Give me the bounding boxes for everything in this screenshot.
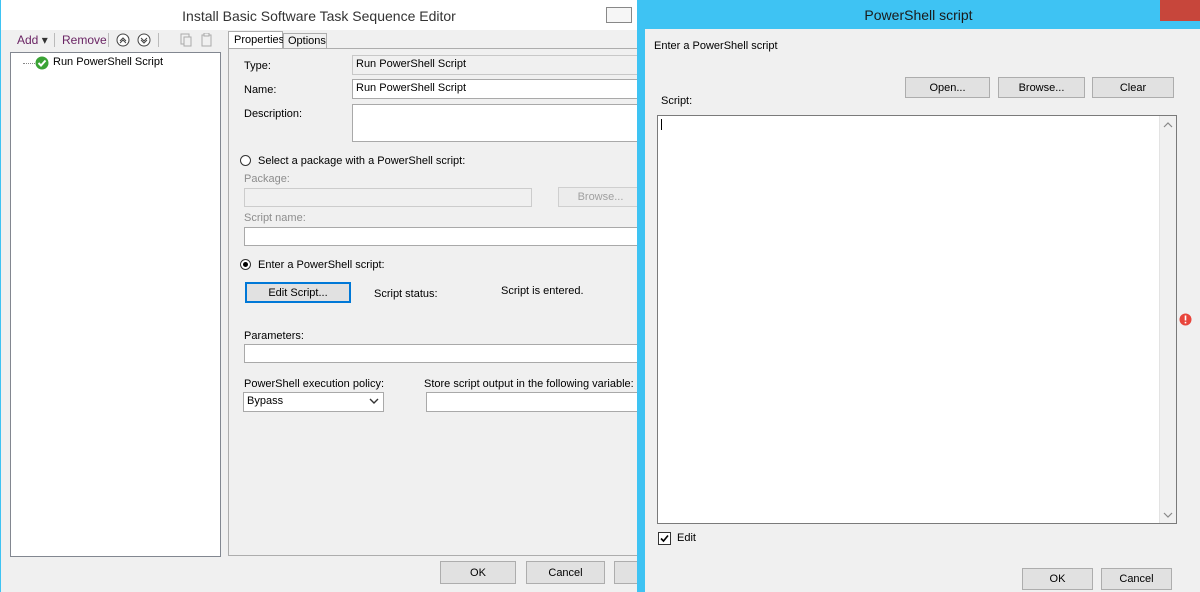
- execution-policy-select[interactable]: Bypass: [243, 392, 384, 412]
- dialog-ok-button[interactable]: OK: [1022, 568, 1093, 590]
- script-textarea[interactable]: [657, 115, 1177, 524]
- package-label: Package:: [244, 173, 290, 185]
- description-field[interactable]: [352, 104, 642, 142]
- task-sequence-tree[interactable]: Run PowerShell Script: [10, 52, 221, 557]
- edit-checkbox[interactable]: [658, 532, 671, 545]
- remove-button[interactable]: Remove: [62, 33, 107, 47]
- script-name-field: [244, 227, 642, 246]
- text-caret: [661, 119, 662, 130]
- execution-policy-value: Bypass: [247, 395, 284, 407]
- type-label: Type:: [244, 60, 271, 72]
- vertical-scrollbar[interactable]: [1159, 116, 1176, 523]
- execution-policy-label: PowerShell execution policy:: [244, 378, 385, 390]
- copy-icon[interactable]: [179, 33, 193, 47]
- scroll-up-icon[interactable]: [1163, 120, 1173, 128]
- toolbar-separator: [108, 33, 109, 47]
- error-icon: [1179, 313, 1192, 326]
- powershell-script-dialog: PowerShell script Enter a PowerShell scr…: [637, 0, 1200, 592]
- dialog-client-area: Enter a PowerShell script Open... Browse…: [645, 29, 1200, 592]
- radio-select-package[interactable]: [240, 155, 251, 166]
- move-down-icon[interactable]: [137, 33, 151, 47]
- add-dropdown-arrow-icon: ▾: [41, 33, 48, 47]
- tab-properties[interactable]: Properties: [228, 31, 285, 49]
- editor-ok-button[interactable]: OK: [440, 561, 516, 584]
- name-label: Name:: [244, 84, 277, 96]
- properties-tab-page: Type: Run PowerShell Script Name: Run Po…: [228, 48, 643, 556]
- paste-icon[interactable]: [200, 32, 214, 47]
- success-check-icon: [35, 56, 49, 70]
- editor-title: Install Basic Software Task Sequence Edi…: [182, 8, 456, 24]
- dialog-prompt: Enter a PowerShell script: [654, 40, 778, 52]
- script-name-label: Script name:: [244, 212, 306, 224]
- script-status-label: Script status:: [374, 288, 438, 300]
- tab-properties-label: Properties: [234, 34, 285, 46]
- script-label: Script:: [661, 95, 693, 107]
- radio-enter-script-label: Enter a PowerShell script:: [258, 259, 385, 271]
- name-field[interactable]: Run PowerShell Script: [352, 79, 642, 99]
- open-button[interactable]: Open...: [905, 77, 990, 98]
- clear-button[interactable]: Clear: [1092, 77, 1174, 98]
- edit-checkbox-label: Edit: [677, 532, 696, 544]
- type-field: Run PowerShell Script: [352, 55, 642, 75]
- output-variable-field[interactable]: [426, 392, 642, 412]
- editor-apply-button-partial[interactable]: [614, 561, 638, 584]
- editor-cancel-button[interactable]: Cancel: [526, 561, 605, 584]
- add-label: Add: [17, 33, 39, 47]
- dialog-title: PowerShell script: [864, 7, 973, 23]
- chevron-down-icon: [369, 396, 379, 406]
- script-status-value: Script is entered.: [501, 285, 584, 297]
- radio-enter-script[interactable]: [240, 259, 251, 270]
- add-menu-button[interactable]: Add ▾: [17, 33, 48, 47]
- dialog-cancel-button[interactable]: Cancel: [1101, 568, 1172, 590]
- toolbar-separator: [54, 33, 55, 47]
- tab-options[interactable]: Options: [283, 33, 327, 49]
- edit-script-button[interactable]: Edit Script...: [245, 282, 351, 303]
- package-field: [244, 188, 532, 207]
- move-up-icon[interactable]: [116, 33, 130, 47]
- editor-close-icon[interactable]: [606, 7, 632, 23]
- description-label: Description:: [244, 108, 303, 120]
- browse-button[interactable]: Browse...: [998, 77, 1085, 98]
- dialog-close-button[interactable]: [1160, 0, 1200, 21]
- toolbar-separator: [158, 33, 159, 47]
- output-variable-label: Store script output in the following var…: [424, 378, 634, 390]
- tree-item-run-powershell-script[interactable]: Run PowerShell Script: [13, 55, 213, 71]
- parameters-label: Parameters:: [244, 330, 304, 342]
- editor-title-bar: Install Basic Software Task Sequence Edi…: [1, 0, 637, 30]
- editor-toolbar: Add ▾ Remove: [1, 30, 231, 50]
- scroll-down-icon[interactable]: [1163, 510, 1173, 518]
- radio-select-package-label: Select a package with a PowerShell scrip…: [258, 155, 466, 167]
- parameters-field[interactable]: [244, 344, 642, 363]
- tab-options-label: Options: [288, 35, 326, 47]
- tree-item-label: Run PowerShell Script: [53, 56, 164, 68]
- package-browse-button: Browse...: [558, 187, 643, 207]
- task-sequence-editor-window: Install Basic Software Task Sequence Edi…: [0, 0, 643, 592]
